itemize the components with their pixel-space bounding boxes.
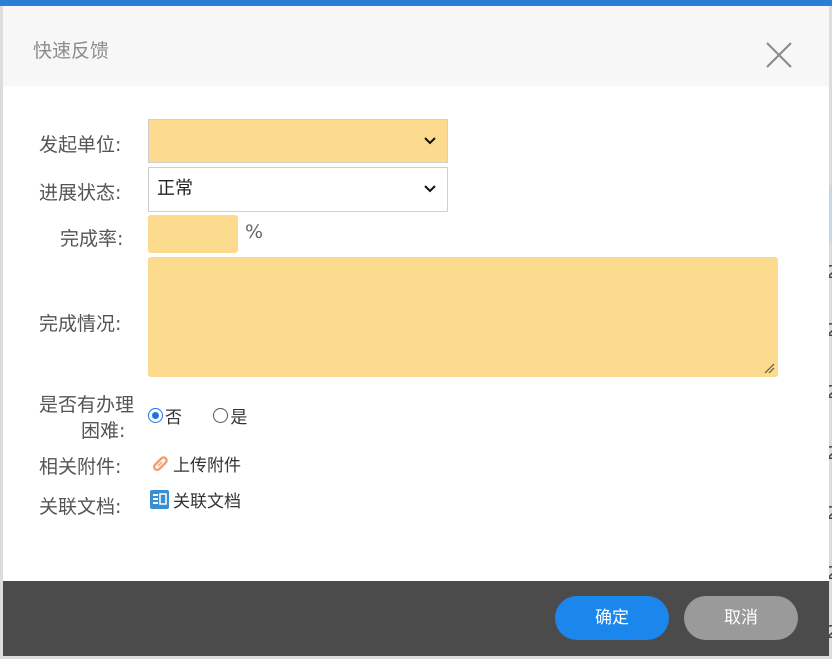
difficulty-label-line1: 是否有办理 — [39, 394, 135, 416]
confirm-button[interactable]: 确定 — [555, 596, 669, 640]
status-select[interactable]: 正常 — [148, 167, 448, 212]
org-select[interactable] — [148, 119, 448, 163]
paperclip-icon — [152, 455, 168, 471]
radio-unchecked-icon[interactable] — [213, 408, 229, 423]
detail-label: 完成情况: — [39, 313, 122, 335]
attachment-label: 相关附件: — [39, 456, 122, 478]
status-label: 进展状态: — [39, 182, 122, 204]
dialog-title: 快速反馈 — [33, 40, 110, 62]
cancel-button[interactable]: 取消 — [684, 596, 798, 640]
close-icon — [766, 42, 792, 68]
difficulty-option-no-label: 否 — [165, 408, 182, 428]
related-doc-link[interactable]: 关联文档 — [149, 487, 241, 512]
dialog-header: 快速反馈 — [3, 6, 829, 86]
percent-unit: % — [245, 221, 264, 243]
related-doc-label: 关联文档: — [39, 496, 122, 518]
difficulty-option-yes-label: 是 — [230, 408, 248, 428]
quick-feedback-dialog: 快速反馈 发起单位: 进展状态: 正常 完成率: % 完成情况: 是否有办理 困… — [3, 6, 829, 656]
difficulty-option-no[interactable]: 否 — [148, 403, 182, 428]
chevron-down-icon — [424, 185, 436, 193]
rate-label: 完成率: — [60, 228, 124, 250]
difficulty-option-yes[interactable]: 是 — [213, 403, 247, 428]
close-button[interactable] — [763, 39, 795, 71]
upload-attachment-link[interactable]: 上传附件 — [150, 451, 241, 476]
resize-grip-icon[interactable] — [763, 362, 775, 374]
chevron-down-icon — [424, 137, 436, 145]
difficulty-radio-group: 否 是 — [148, 403, 273, 428]
status-select-value: 正常 — [157, 178, 193, 199]
detail-textarea[interactable] — [148, 257, 778, 377]
related-doc-text: 关联文档 — [173, 492, 241, 512]
upload-attachment-text: 上传附件 — [173, 456, 241, 476]
org-label: 发起单位: — [39, 134, 122, 156]
dialog-footer: 确定 取消 — [3, 581, 829, 656]
document-link-icon — [150, 490, 169, 509]
radio-checked-icon[interactable] — [148, 408, 163, 423]
rate-input[interactable] — [148, 215, 238, 253]
difficulty-label-line2: 困难: — [81, 420, 126, 442]
